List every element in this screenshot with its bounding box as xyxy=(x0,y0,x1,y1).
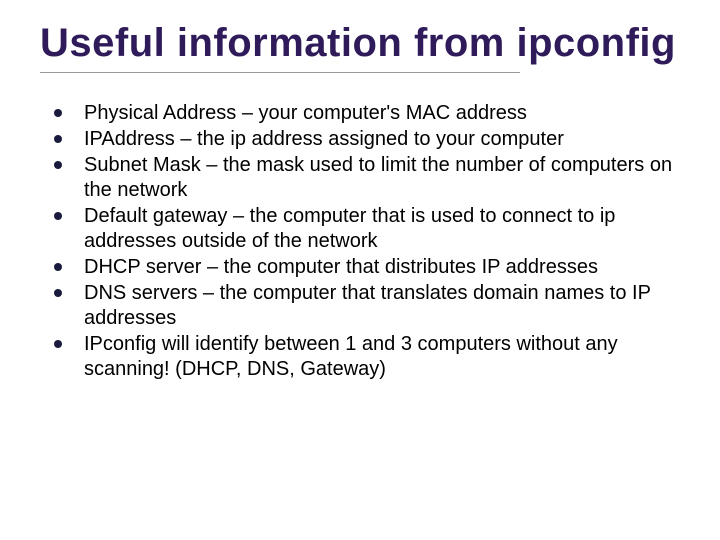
list-item: IPconfig will identify between 1 and 3 c… xyxy=(46,332,680,382)
list-item: Subnet Mask – the mask used to limit the… xyxy=(46,153,680,203)
title-divider xyxy=(40,72,520,73)
slide-title: Useful information from ipconfig xyxy=(40,20,680,66)
list-item: IPAddress – the ip address assigned to y… xyxy=(46,127,680,152)
list-item: DHCP server – the computer that distribu… xyxy=(46,255,680,280)
list-item: Physical Address – your computer's MAC a… xyxy=(46,101,680,126)
bullet-list: Physical Address – your computer's MAC a… xyxy=(40,101,680,382)
list-item: DNS servers – the computer that translat… xyxy=(46,281,680,331)
list-item: Default gateway – the computer that is u… xyxy=(46,204,680,254)
